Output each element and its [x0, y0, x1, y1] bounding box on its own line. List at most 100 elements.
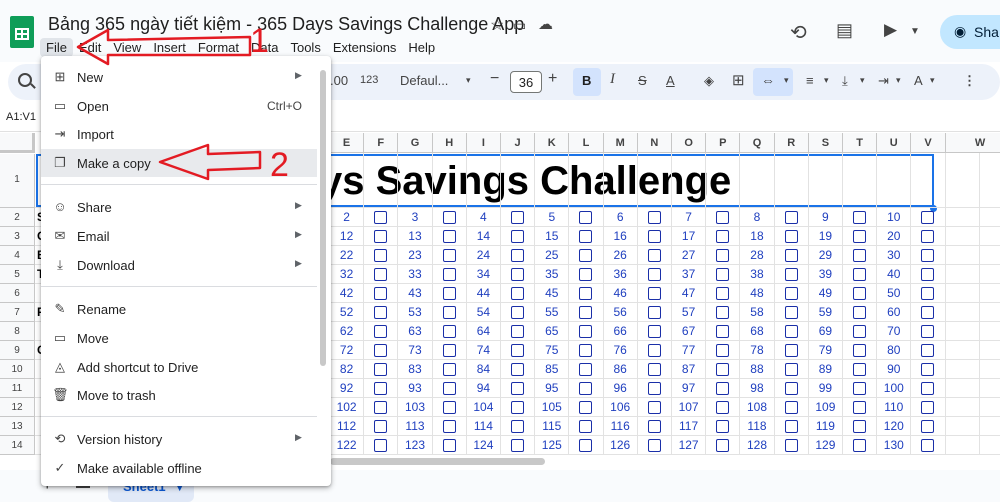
checkbox[interactable] [647, 325, 661, 338]
day-amount-cell[interactable]: 22 [330, 246, 365, 265]
menu-item-email[interactable]: ✉ Email ▶ [41, 222, 331, 250]
day-amount-cell[interactable]: 73 [398, 341, 433, 360]
day-amount-cell[interactable]: 127 [672, 436, 707, 455]
bold-button[interactable]: B [582, 73, 591, 88]
checkbox[interactable] [579, 268, 593, 281]
row-header[interactable]: 2 [0, 208, 35, 227]
day-amount-cell[interactable]: 18 [740, 227, 775, 246]
column-header[interactable]: I [466, 133, 501, 153]
chevron-down-icon[interactable]: ▼ [910, 26, 920, 37]
checkbox[interactable] [921, 306, 935, 319]
day-amount-cell[interactable]: 4 [466, 208, 501, 227]
checkbox[interactable] [374, 249, 388, 262]
day-amount-cell[interactable]: 94 [466, 379, 501, 398]
day-amount-cell[interactable]: 129 [808, 436, 843, 455]
checkbox[interactable] [784, 230, 798, 243]
day-amount-cell[interactable]: 95 [535, 379, 570, 398]
column-header[interactable]: R [774, 133, 809, 153]
checkbox[interactable] [921, 287, 935, 300]
day-amount-cell[interactable]: 32 [330, 265, 365, 284]
day-amount-cell[interactable]: 48 [740, 284, 775, 303]
decimal-increase-button[interactable]: .00 [330, 73, 348, 88]
day-amount-cell[interactable]: 44 [466, 284, 501, 303]
menu-file[interactable]: File [40, 38, 73, 57]
row-header[interactable]: 8 [0, 322, 35, 341]
day-amount-cell[interactable]: 13 [398, 227, 433, 246]
day-amount-cell[interactable]: 24 [466, 246, 501, 265]
day-amount-cell[interactable]: 87 [672, 360, 707, 379]
column-header[interactable]: E [330, 133, 365, 153]
checkbox[interactable] [442, 230, 456, 243]
checkbox[interactable] [647, 363, 661, 376]
day-amount-cell[interactable]: 7 [672, 208, 707, 227]
day-amount-cell[interactable]: 27 [672, 246, 707, 265]
column-header[interactable]: W [945, 133, 1000, 153]
cloud-status-icon[interactable]: ☁ [538, 15, 553, 33]
checkbox[interactable] [784, 249, 798, 262]
checkbox[interactable] [511, 420, 524, 433]
checkbox[interactable] [374, 401, 388, 414]
menu-item-download[interactable]: ⤓ Download ▶ [41, 251, 331, 279]
checkbox[interactable] [647, 211, 661, 224]
day-amount-cell[interactable]: 10 [877, 208, 912, 227]
menu-view[interactable]: View [107, 38, 147, 57]
day-amount-cell[interactable]: 76 [603, 341, 638, 360]
checkbox[interactable] [716, 325, 730, 338]
day-amount-cell[interactable]: 100 [877, 379, 912, 398]
meet-icon[interactable]: ▶ [884, 20, 897, 40]
day-amount-cell[interactable]: 68 [740, 322, 775, 341]
italic-icon[interactable]: I [610, 71, 615, 88]
text-color-icon[interactable]: A [666, 73, 675, 88]
row-header[interactable]: 6 [0, 284, 35, 303]
checkbox[interactable] [853, 363, 866, 376]
checkbox[interactable] [442, 287, 456, 300]
row-header[interactable]: 7 [0, 303, 35, 322]
column-header[interactable]: K [535, 133, 570, 153]
day-amount-cell[interactable]: 74 [466, 341, 501, 360]
column-header[interactable]: S [808, 133, 843, 153]
borders-icon[interactable]: ⊞ [732, 71, 745, 89]
checkbox[interactable] [511, 439, 524, 452]
day-amount-cell[interactable]: 78 [740, 341, 775, 360]
checkbox[interactable] [442, 439, 456, 452]
checkbox[interactable] [647, 268, 661, 281]
checkbox[interactable] [579, 420, 593, 433]
menu-item-new[interactable]: ⊞ New ▶ [41, 63, 331, 91]
checkbox[interactable] [374, 439, 388, 452]
row-header[interactable]: 13 [0, 417, 35, 436]
column-header[interactable]: M [603, 133, 638, 153]
day-amount-cell[interactable]: 70 [877, 322, 912, 341]
history-icon[interactable]: ⟲ [790, 20, 807, 45]
menu-format[interactable]: Format [192, 38, 245, 57]
day-amount-cell[interactable]: 110 [877, 398, 912, 417]
horizontal-align-icon[interactable]: ≡ [806, 73, 814, 88]
day-amount-cell[interactable]: 15 [535, 227, 570, 246]
day-amount-cell[interactable]: 34 [466, 265, 501, 284]
row-header[interactable]: 12 [0, 398, 35, 417]
checkbox[interactable] [374, 306, 388, 319]
checkbox[interactable] [716, 287, 730, 300]
day-amount-cell[interactable]: 89 [808, 360, 843, 379]
day-amount-cell[interactable]: 65 [535, 322, 570, 341]
checkbox[interactable] [442, 325, 456, 338]
day-amount-cell[interactable]: 26 [603, 246, 638, 265]
checkbox[interactable] [511, 382, 524, 395]
checkbox[interactable] [442, 420, 456, 433]
day-amount-cell[interactable]: 96 [603, 379, 638, 398]
checkbox[interactable] [784, 401, 798, 414]
checkbox[interactable] [579, 249, 593, 262]
decrease-font-icon[interactable]: − [490, 70, 499, 88]
checkbox[interactable] [579, 344, 593, 357]
day-amount-cell[interactable]: 114 [466, 417, 501, 436]
day-amount-cell[interactable]: 33 [398, 265, 433, 284]
checkbox[interactable] [921, 268, 935, 281]
checkbox[interactable] [853, 268, 866, 281]
day-amount-cell[interactable]: 126 [603, 436, 638, 455]
checkbox[interactable] [579, 401, 593, 414]
day-amount-cell[interactable]: 66 [603, 322, 638, 341]
row-header[interactable]: 9 [0, 341, 35, 360]
day-amount-cell[interactable]: 20 [877, 227, 912, 246]
checkbox[interactable] [374, 211, 388, 224]
checkbox[interactable] [784, 211, 798, 224]
checkbox[interactable] [374, 363, 388, 376]
